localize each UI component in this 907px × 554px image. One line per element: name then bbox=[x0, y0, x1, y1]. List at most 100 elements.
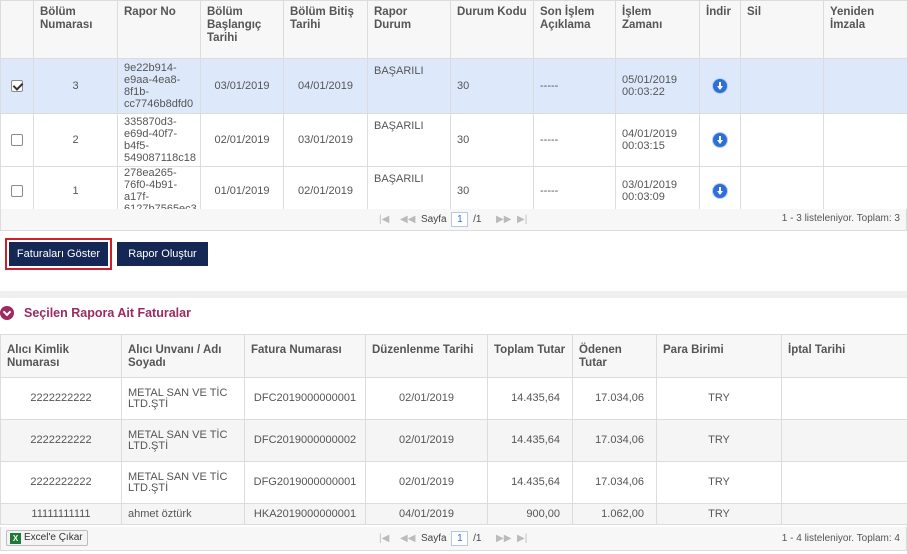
paid-cell: 17.034,06 bbox=[572, 419, 657, 462]
col-status-code[interactable]: Durum Kodu bbox=[450, 0, 534, 59]
invoice-no-cell: DFC2019000000002 bbox=[244, 419, 366, 462]
last-page-icon[interactable]: ▶| bbox=[517, 212, 527, 228]
col-buyer-id[interactable]: Alıcı Kimlik Numarası bbox=[0, 334, 122, 378]
status-cell: BAŞARILI bbox=[367, 58, 451, 114]
section-no-cell: 3 bbox=[33, 58, 118, 114]
delete-cell bbox=[740, 113, 824, 167]
invoice-row[interactable]: 11111111111 ahmet öztürk HKA201900000000… bbox=[0, 503, 907, 525]
page-input[interactable]: 1 bbox=[451, 212, 469, 227]
section-divider bbox=[0, 291, 907, 298]
buyer-id-cell: 2222222222 bbox=[0, 461, 122, 504]
buyer-name-cell: METAL SAN VE TİC LTD.ŞTİ bbox=[121, 419, 245, 462]
col-section-no[interactable]: Bölüm Numarası bbox=[33, 0, 118, 59]
next-page-icon[interactable]: ▶▶ bbox=[496, 531, 511, 547]
report-no-cell: 335870d3-e69d-40f7-b4f5-549087118c18 bbox=[117, 113, 201, 167]
invoices-pager: X Excel'e Çıkar |◀ ◀◀ Sayfa 1 /1 ▶▶ ▶| 1 … bbox=[0, 527, 907, 551]
row-checkbox[interactable] bbox=[11, 134, 23, 147]
reports-header-row: Bölüm Numarası Rapor No Bölüm Başlangıç … bbox=[0, 0, 907, 59]
col-last-op[interactable]: Son İşlem Açıklama bbox=[533, 0, 616, 59]
invoice-row[interactable]: 2222222222 METAL SAN VE TİC LTD.ŞTİ DFC2… bbox=[0, 419, 907, 462]
col-total[interactable]: Toplam Tutar bbox=[487, 334, 573, 378]
status-cell: BAŞARILI bbox=[367, 113, 451, 167]
col-paid[interactable]: Ödenen Tutar bbox=[572, 334, 657, 378]
page-label: Sayfa bbox=[421, 214, 447, 225]
buyer-id-cell: 2222222222 bbox=[0, 377, 122, 420]
invoices-list-info: 1 - 4 listeleniyor. Toplam: 4 bbox=[781, 533, 900, 544]
last-op-cell: ----- bbox=[533, 58, 616, 114]
create-report-button[interactable]: Rapor Oluştur bbox=[117, 242, 208, 266]
cancel-date-cell bbox=[781, 503, 907, 525]
paid-cell: 17.034,06 bbox=[572, 377, 657, 420]
end-date-cell: 04/01/2019 bbox=[283, 58, 368, 114]
prev-page-icon[interactable]: ◀◀ bbox=[400, 531, 415, 547]
row-select-cell[interactable] bbox=[0, 58, 34, 114]
col-status[interactable]: Rapor Durum bbox=[367, 0, 451, 59]
row-checkbox[interactable] bbox=[11, 185, 23, 198]
col-report-no[interactable]: Rapor No bbox=[117, 0, 201, 59]
col-invoice-no[interactable]: Fatura Numarası bbox=[244, 334, 366, 378]
op-time-cell: 04/01/2019 00:03:15 bbox=[615, 113, 700, 167]
buyer-name-cell: METAL SAN VE TİC LTD.ŞTİ bbox=[121, 461, 245, 504]
prev-page-icon[interactable]: ◀◀ bbox=[400, 212, 415, 228]
buyer-id-cell: 11111111111 bbox=[0, 503, 122, 525]
total-cell: 14.435,64 bbox=[487, 377, 573, 420]
buyer-name-cell: ahmet öztürk bbox=[121, 503, 245, 525]
col-issue-date[interactable]: Düzenlenme Tarihi bbox=[365, 334, 488, 378]
start-date-cell: 03/01/2019 bbox=[200, 58, 284, 114]
page-input[interactable]: 1 bbox=[451, 531, 469, 546]
resign-cell bbox=[823, 58, 907, 114]
col-end-date[interactable]: Bölüm Bitiş Tarihi bbox=[283, 0, 368, 59]
report-row[interactable]: 2 335870d3-e69d-40f7-b4f5-549087118c18 0… bbox=[0, 113, 907, 167]
export-excel-label: Excel'e Çıkar bbox=[24, 532, 83, 543]
invoices-section-title: Seçilen Rapora Ait Faturalar bbox=[24, 306, 191, 320]
first-page-icon[interactable]: |◀ bbox=[379, 531, 389, 547]
download-icon[interactable] bbox=[713, 133, 727, 147]
last-op-cell: ----- bbox=[533, 113, 616, 167]
status-code-cell: 30 bbox=[450, 113, 534, 167]
row-select-cell[interactable] bbox=[0, 113, 34, 167]
cancel-date-cell bbox=[781, 377, 907, 420]
invoice-row[interactable]: 2222222222 METAL SAN VE TİC LTD.ŞTİ DFG2… bbox=[0, 461, 907, 504]
col-currency[interactable]: Para Birimi bbox=[656, 334, 782, 378]
page-indicator: Sayfa 1 /1 bbox=[421, 212, 481, 228]
invoice-row[interactable]: 2222222222 METAL SAN VE TİC LTD.ŞTİ DFC2… bbox=[0, 377, 907, 420]
issue-date-cell: 02/01/2019 bbox=[365, 377, 488, 420]
invoice-no-cell: HKA2019000000001 bbox=[244, 503, 366, 525]
report-row[interactable]: 3 9e22b914-e9aa-4ea8-8f1b-cc7746b8dfd0 0… bbox=[0, 58, 907, 114]
download-icon[interactable] bbox=[713, 79, 727, 93]
col-resign: Yeniden İmzala bbox=[823, 0, 907, 59]
currency-cell: TRY bbox=[656, 419, 782, 462]
row-checkbox[interactable] bbox=[11, 80, 23, 93]
export-excel-button[interactable]: X Excel'e Çıkar bbox=[6, 530, 88, 546]
reports-pager: |◀ ◀◀ Sayfa 1 /1 ▶▶ ▶| 1 - 3 listeleniyo… bbox=[0, 209, 907, 231]
cancel-date-cell bbox=[781, 461, 907, 504]
col-cancel-date[interactable]: İptal Tarihi bbox=[781, 334, 907, 378]
download-icon[interactable] bbox=[713, 184, 727, 198]
end-date-cell: 03/01/2019 bbox=[283, 113, 368, 167]
chevron-down-circle-icon[interactable] bbox=[0, 306, 14, 320]
issue-date-cell: 04/01/2019 bbox=[365, 503, 488, 525]
download-cell bbox=[699, 58, 741, 114]
op-time-cell: 05/01/2019 00:03:22 bbox=[615, 58, 700, 114]
next-page-icon[interactable]: ▶▶ bbox=[496, 212, 511, 228]
reports-table: Bölüm Numarası Rapor No Bölüm Başlangıç … bbox=[0, 0, 907, 216]
last-page-icon[interactable]: ▶| bbox=[517, 531, 527, 547]
first-page-icon[interactable]: |◀ bbox=[379, 212, 389, 228]
col-download: İndir bbox=[699, 0, 741, 59]
currency-cell: TRY bbox=[656, 377, 782, 420]
page-total: /1 bbox=[473, 214, 482, 225]
col-delete: Sil bbox=[740, 0, 824, 59]
buyer-name-cell: METAL SAN VE TİC LTD.ŞTİ bbox=[121, 377, 245, 420]
section-no-cell: 2 bbox=[33, 113, 118, 167]
start-date-cell: 02/01/2019 bbox=[200, 113, 284, 167]
col-start-date[interactable]: Bölüm Başlangıç Tarihi bbox=[200, 0, 284, 59]
show-invoices-button[interactable]: Faturaları Göster bbox=[9, 242, 108, 266]
total-cell: 14.435,64 bbox=[487, 419, 573, 462]
page-label: Sayfa bbox=[421, 533, 447, 544]
col-op-time[interactable]: İşlem Zamanı bbox=[615, 0, 700, 59]
download-cell bbox=[699, 113, 741, 167]
currency-cell: TRY bbox=[656, 503, 782, 525]
col-buyer-name[interactable]: Alıcı Unvanı / Adı Soyadı bbox=[121, 334, 245, 378]
resign-cell bbox=[823, 113, 907, 167]
select-all-col bbox=[0, 0, 34, 59]
